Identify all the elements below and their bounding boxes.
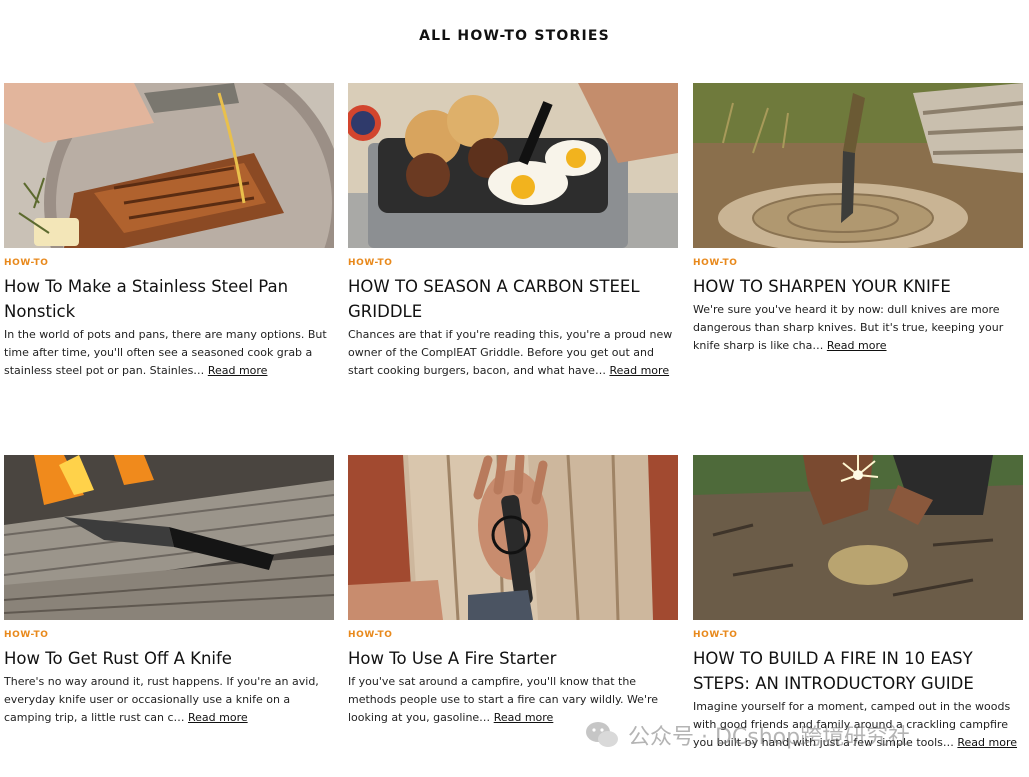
story-title-link[interactable]: HOW TO BUILD A FIRE IN 10 EASY STEPS: AN… [693, 646, 1023, 696]
story-card: HOW-TO How To Use A Fire Starter If you'… [348, 455, 678, 727]
story-title-link[interactable]: How To Use A Fire Starter [348, 646, 678, 671]
category-label[interactable]: HOW-TO [348, 258, 678, 268]
category-label[interactable]: HOW-TO [348, 630, 678, 640]
excerpt-text: There's no way around it, rust happens. … [4, 675, 319, 724]
story-title-link[interactable]: HOW TO SHARPEN YOUR KNIFE [693, 274, 1023, 299]
salmon-pan-photo[interactable] [4, 83, 334, 248]
read-more-link[interactable]: Read more [609, 364, 669, 377]
excerpt-text: In the world of pots and pans, there are… [4, 328, 327, 377]
fire-starter-photo[interactable] [348, 455, 678, 620]
section-title: ALL HOW-TO STORIES [419, 28, 610, 44]
read-more-link[interactable]: Read more [494, 711, 554, 724]
story-title-link[interactable]: How To Make a Stainless Steel Pan Nonsti… [4, 274, 334, 324]
read-more-link[interactable]: Read more [188, 711, 248, 724]
read-more-link[interactable]: Read more [208, 364, 268, 377]
story-card: HOW-TO How To Get Rust Off A Knife There… [4, 455, 334, 727]
story-excerpt: We're sure you've heard it by now: dull … [693, 301, 1023, 355]
story-card: HOW-TO HOW TO SHARPEN YOUR KNIFE We're s… [693, 83, 1023, 355]
read-more-link[interactable]: Read more [957, 736, 1017, 749]
story-title-link[interactable]: HOW TO SEASON A CARBON STEEL GRIDDLE [348, 274, 678, 324]
story-title-link[interactable]: How To Get Rust Off A Knife [4, 646, 334, 671]
read-more-link[interactable]: Read more [827, 339, 887, 352]
story-card: HOW-TO HOW TO BUILD A FIRE IN 10 EASY ST… [693, 455, 1023, 752]
griddle-photo[interactable] [348, 83, 678, 248]
watermark-text: 公众号 · DCshop跨境研究社 [628, 725, 911, 750]
knife-stump-photo[interactable] [693, 83, 1023, 248]
story-excerpt: There's no way around it, rust happens. … [4, 673, 334, 727]
wechat-icon [586, 722, 618, 747]
story-excerpt: In the world of pots and pans, there are… [4, 326, 334, 380]
spark-photo[interactable] [693, 455, 1023, 620]
category-label[interactable]: HOW-TO [4, 630, 334, 640]
story-card: HOW-TO How To Make a Stainless Steel Pan… [4, 83, 334, 380]
category-label[interactable]: HOW-TO [4, 258, 334, 268]
story-excerpt: Chances are that if you're reading this,… [348, 326, 678, 380]
story-card: HOW-TO HOW TO SEASON A CARBON STEEL GRID… [348, 83, 678, 380]
watermark: 公众号 · DCshop跨境研究社 [584, 718, 910, 752]
category-label[interactable]: HOW-TO [693, 258, 1023, 268]
category-label[interactable]: HOW-TO [693, 630, 1023, 640]
knife-log-photo[interactable] [4, 455, 334, 620]
